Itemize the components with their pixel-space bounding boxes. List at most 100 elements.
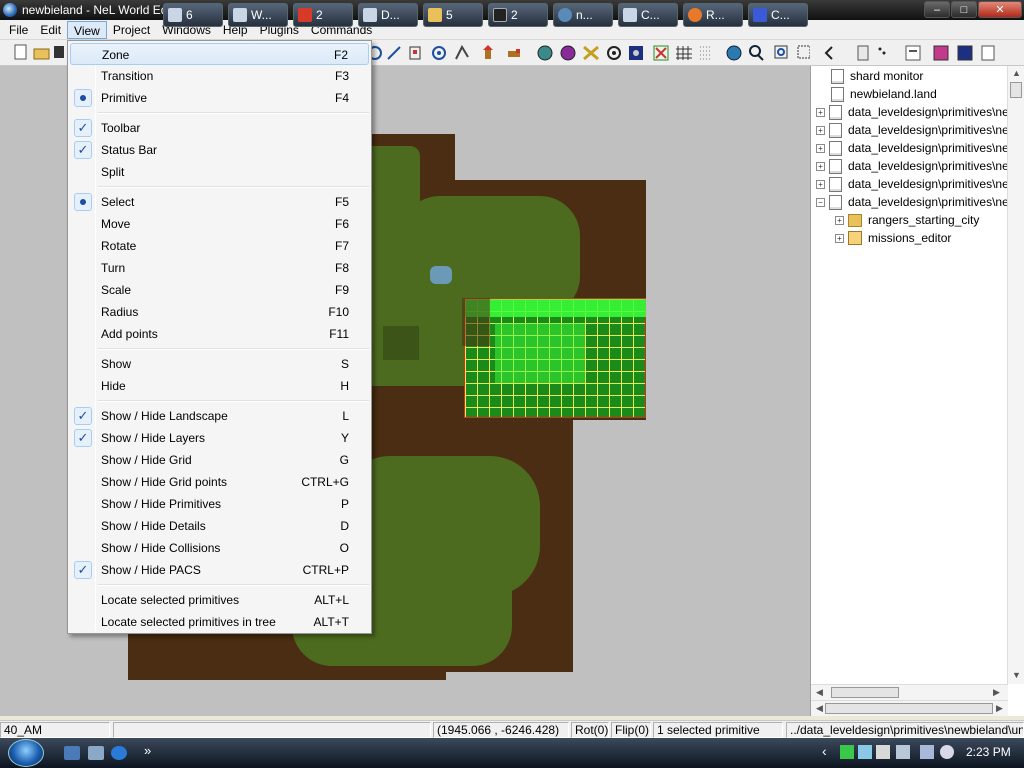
menu-item-move[interactable]: Move F6 <box>70 213 369 235</box>
menu-item-radius[interactable]: Radius F10 <box>70 301 369 323</box>
scroll-thumb[interactable] <box>831 687 899 698</box>
expand-toggle[interactable]: + <box>835 215 844 225</box>
taskbar-button[interactable]: C... <box>748 3 808 27</box>
radio-bullet-icon <box>74 89 92 107</box>
tray-monitor-icon[interactable] <box>896 745 910 759</box>
tree-item[interactable]: + data_leveldesign\primitives\newbieland <box>816 139 1024 157</box>
clock[interactable]: 2:23 PM <box>966 745 1011 759</box>
scroll-left-icon[interactable]: ◀ <box>816 687 823 698</box>
menu-item-status-bar[interactable]: ✓ Status Bar <box>70 139 369 161</box>
menu-file[interactable]: File <box>3 21 34 39</box>
tree-item[interactable]: + data_leveldesign\primitives\newbieland <box>816 103 1024 121</box>
taskbar-button[interactable]: 2 <box>488 3 548 27</box>
tree-item[interactable]: − data_leveldesign\primitives\newbieland <box>816 193 1024 211</box>
menu-item-show-hide-pacs[interactable]: ✓ Show / Hide PACS CTRL+P <box>70 559 369 581</box>
volume-icon[interactable] <box>940 745 954 759</box>
network-status-icon[interactable] <box>920 745 934 759</box>
menu-item-show-hide-landscape[interactable]: ✓ Show / Hide Landscape L <box>70 405 369 427</box>
tree-item[interactable]: + data_leveldesign\primitives\newbieland <box>816 157 1024 175</box>
tree-item[interactable]: + data_leveldesign\primitives\newbieland <box>816 175 1024 193</box>
menu-item-show-hide-grid-points[interactable]: Show / Hide Grid points CTRL+G <box>70 471 369 493</box>
menu-item-show-hide-grid[interactable]: Show / Hide Grid G <box>70 449 369 471</box>
menu-item-split[interactable]: Split <box>70 161 369 183</box>
collapse-toggle[interactable]: − <box>816 197 825 207</box>
tree-vertical-scrollbar[interactable]: ▲ ▼ <box>1007 66 1024 684</box>
scroll-up-icon[interactable]: ▲ <box>1012 68 1021 78</box>
taskbar-button[interactable]: 6 <box>163 3 223 27</box>
menu-item-show[interactable]: Show S <box>70 353 369 375</box>
maximize-button[interactable]: □ <box>951 1 977 18</box>
expand-toggle[interactable]: + <box>816 125 825 135</box>
tray-network-icon[interactable] <box>858 745 872 759</box>
taskbar-button[interactable]: 2 <box>293 3 353 27</box>
folder-icon <box>428 8 442 22</box>
scroll-thumb[interactable] <box>1010 82 1022 98</box>
taskbar-button[interactable]: D... <box>358 3 418 27</box>
menu-item-rotate[interactable]: Rotate F7 <box>70 235 369 257</box>
status-coordinates: (1945.066 , -6246.428) <box>433 722 569 738</box>
tray-app-icon[interactable] <box>840 745 854 759</box>
menu-item-toolbar[interactable]: ✓ Toolbar <box>70 117 369 139</box>
expand-toggle[interactable]: + <box>816 161 825 171</box>
taskbar-button[interactable]: 5 <box>423 3 483 27</box>
menu-item-show-hide-collisions[interactable]: Show / Hide Collisions O <box>70 537 369 559</box>
document-icon <box>829 158 842 174</box>
menu-view[interactable]: View <box>67 20 107 39</box>
primitives-tree-panel: shard monitor newbieland.land + data_leve… <box>810 66 1024 716</box>
taskbar-button[interactable]: W... <box>228 3 288 27</box>
start-button[interactable] <box>8 739 44 767</box>
menu-item-add-points[interactable]: Add points F11 <box>70 323 369 345</box>
taskbar-button[interactable]: C... <box>618 3 678 27</box>
close-button[interactable]: ✕ <box>978 1 1022 18</box>
selected-zone-grid[interactable] <box>464 298 646 418</box>
tree-item-label: shard monitor <box>850 69 924 83</box>
scroll-down-icon[interactable]: ▼ <box>1012 670 1021 680</box>
expand-toggle[interactable]: + <box>835 233 844 243</box>
tree-item[interactable]: shard monitor <box>831 67 923 85</box>
menu-item-zone[interactable]: Zone F2 <box>70 43 369 65</box>
scroll-left-icon[interactable]: ◀ <box>816 703 823 714</box>
menu-item-show-hide-layers[interactable]: ✓ Show / Hide Layers Y <box>70 427 369 449</box>
minimize-button[interactable]: – <box>924 1 950 18</box>
expand-toggle[interactable]: + <box>816 179 825 189</box>
tree-item[interactable]: + rangers_starting_city <box>835 211 979 229</box>
scroll-right-icon[interactable]: ▶ <box>996 703 1003 714</box>
mission-icon <box>848 231 862 245</box>
scroll-thumb[interactable] <box>825 703 993 714</box>
app-icon[interactable] <box>3 3 17 17</box>
menu-item-locate-selected[interactable]: Locate selected primitives ALT+L <box>70 589 369 611</box>
menu-item-show-hide-details[interactable]: Show / Hide Details D <box>70 515 369 537</box>
menu-item-show-hide-primitives[interactable]: Show / Hide Primitives P <box>70 493 369 515</box>
tree-item-label: rangers_starting_city <box>868 213 980 227</box>
scroll-right-icon[interactable]: ▶ <box>993 687 1000 698</box>
menu-item-scale[interactable]: Scale F9 <box>70 279 369 301</box>
menu-item-select[interactable]: Select F5 <box>70 191 369 213</box>
tray-expand-icon[interactable]: ‹ <box>822 743 827 759</box>
quick-launch-more-icon[interactable]: » <box>144 743 151 758</box>
taskbar-button[interactable]: n... <box>553 3 613 27</box>
tree-horizontal-scrollbar[interactable]: ◀ ▶ <box>811 684 1008 700</box>
export-icon <box>981 45 995 61</box>
expand-toggle[interactable]: + <box>816 107 825 117</box>
menu-item-turn[interactable]: Turn F8 <box>70 257 369 279</box>
show-desktop-icon[interactable] <box>64 746 80 760</box>
document-icon <box>829 122 842 138</box>
menu-project[interactable]: Project <box>107 21 156 39</box>
tree-item[interactable]: newbieland.land <box>831 85 937 103</box>
switch-windows-icon[interactable] <box>88 746 104 760</box>
expand-toggle[interactable]: + <box>816 143 825 153</box>
menu-edit[interactable]: Edit <box>34 21 67 39</box>
status-rotation: Rot(0) <box>571 722 609 738</box>
tree-item[interactable]: + data_leveldesign\primitives\newbieland <box>816 121 1024 139</box>
internet-explorer-icon[interactable] <box>111 746 127 760</box>
menu-item-hide[interactable]: Hide H <box>70 375 369 397</box>
menu-item-locate-in-tree[interactable]: Locate selected primitives in tree ALT+T <box>70 611 369 633</box>
network-icon <box>168 8 182 22</box>
tray-device-icon[interactable] <box>876 745 890 759</box>
tree-item[interactable]: + missions_editor <box>835 229 951 247</box>
menu-item-transition[interactable]: Transition F3 <box>70 65 369 87</box>
target-icon <box>432 46 446 60</box>
menu-item-primitive[interactable]: Primitive F4 <box>70 87 369 109</box>
panel-horizontal-scrollbar[interactable]: ◀ ▶ <box>811 700 1008 716</box>
taskbar-button[interactable]: R... <box>683 3 743 27</box>
